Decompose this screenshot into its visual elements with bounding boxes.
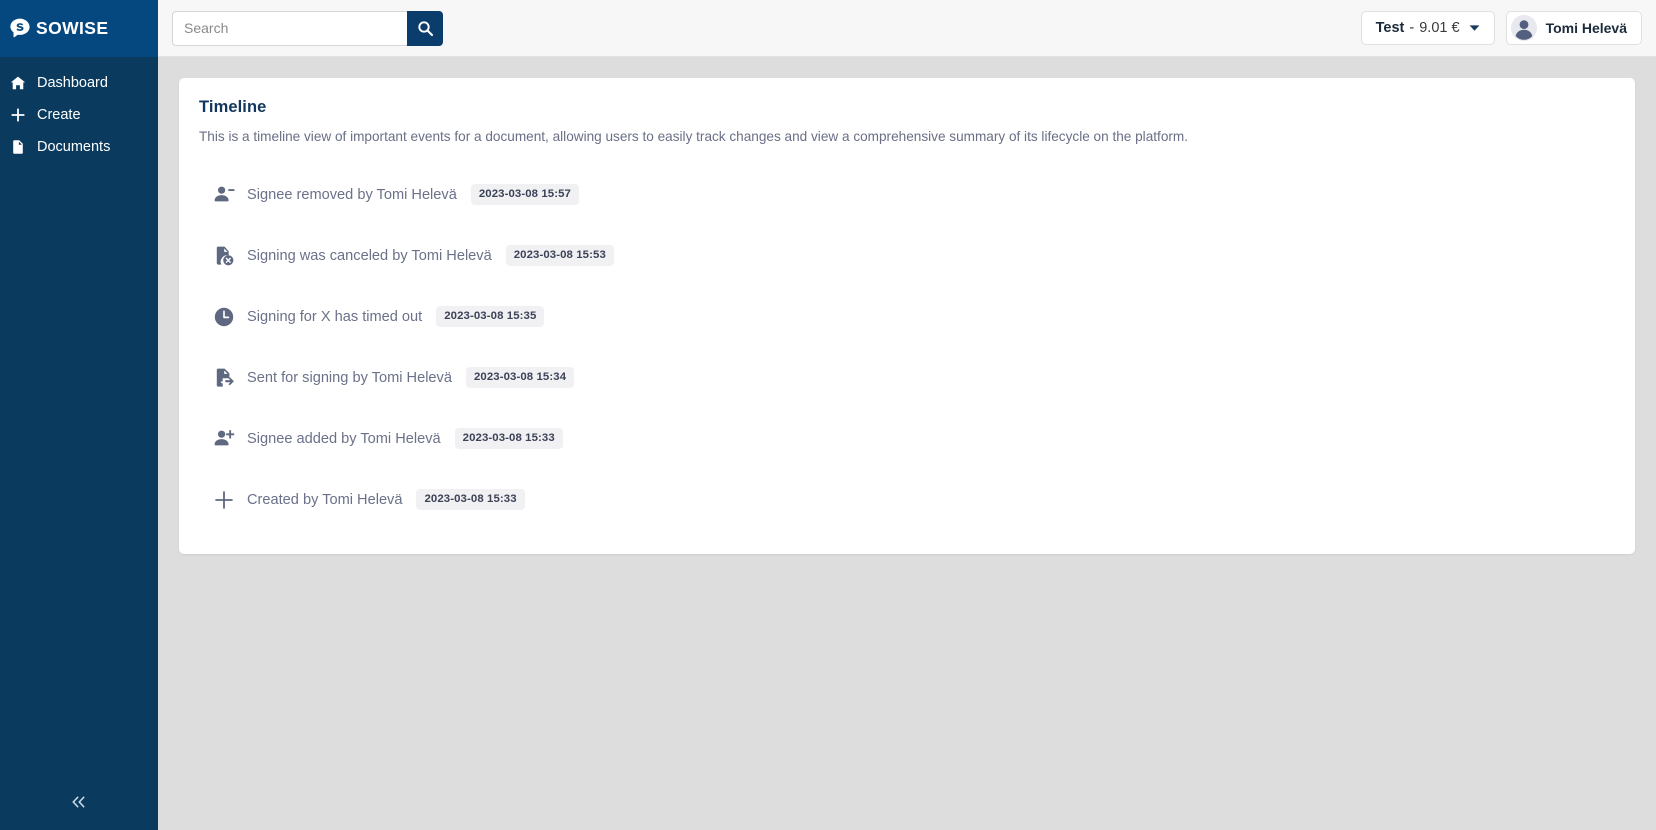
timeline-list: Signee removed by Tomi Helevä 2023-03-08… [199,164,1615,530]
timeline-event-time: 2023-03-08 15:33 [416,489,525,511]
org-name: Test [1375,20,1405,36]
timeline-event-time: 2023-03-08 15:34 [465,367,575,389]
speech-bubble-s-icon [8,17,32,41]
search-input[interactable] [172,10,408,46]
user-name: Tomi Helevä [1545,20,1627,36]
timeline-event-label: Signee added by Tomi Helevä [247,430,441,447]
plus-icon [10,107,26,123]
timeline-event-label: Sent for signing by Tomi Helevä [247,369,452,386]
timeline-event-label: Signing was canceled by Tomi Helevä [247,247,492,264]
sidebar-collapse-button[interactable] [0,774,158,830]
sidebar-item-label: Documents [37,138,111,155]
org-separator: - [1409,20,1415,36]
timeline-row[interactable]: Signing was canceled by Tomi Helevä 2023… [199,225,1615,286]
timeline-event-label: Signing for X has timed out [247,308,423,325]
person-minus-icon [213,184,247,206]
search-group [172,10,443,46]
sidebar-item-label: Dashboard [37,74,108,91]
avatar [1510,15,1537,41]
sidebar-nav: Dashboard Create Documents [0,57,158,163]
topbar-right: Test - 9.01 € Tomi Helevä [1360,11,1642,45]
chevron-down-icon [1469,20,1480,36]
timeline-event-time: 2023-03-08 15:35 [436,306,545,328]
timeline-row[interactable]: Signee removed by Tomi Helevä 2023-03-08… [199,164,1615,225]
sidebar-header: SOWISE [0,0,158,57]
topbar: Test - 9.01 € [158,0,1656,57]
brand-logo[interactable]: SOWISE [8,17,108,41]
brand-logo-text: SOWISE [36,18,109,38]
timeline-event-label: Signee removed by Tomi Helevä [247,186,457,203]
user-menu-button[interactable]: Tomi Helevä [1505,11,1642,45]
org-balance: 9.01 € [1419,20,1460,36]
clock-icon [213,306,247,328]
timeline-card: Timeline This is a timeline view of impo… [179,78,1635,555]
timeline-event-time: 2023-03-08 15:33 [454,428,563,450]
person-plus-icon [213,428,247,450]
timeline-event-time: 2023-03-08 15:57 [470,184,579,206]
page-description: This is a timeline view of important eve… [199,129,1189,144]
content-area: Timeline This is a timeline view of impo… [158,57,1656,830]
home-icon [10,75,26,91]
search-icon [417,20,434,37]
document-icon [10,139,26,155]
timeline-event-time: 2023-03-08 15:53 [505,245,614,267]
document-send-icon [213,367,247,389]
page-title: Timeline [199,98,267,116]
timeline-row[interactable]: Created by Tomi Helevä 2023-03-08 15:33 [199,469,1615,530]
timeline-event-label: Created by Tomi Helevä [247,491,403,508]
sidebar-item-dashboard[interactable]: Dashboard [0,67,158,99]
timeline-row[interactable]: Sent for signing by Tomi Helevä 2023-03-… [199,347,1615,408]
main-column: Test - 9.01 € [158,0,1656,830]
app-root: SOWISE Dashboard Create Documents Search… [0,0,1656,830]
sidebar: SOWISE Dashboard Create Documents [0,0,158,830]
document-cancel-icon [213,245,247,267]
plus-icon [213,489,247,511]
org-switcher-button[interactable]: Test - 9.01 € [1360,11,1495,45]
timeline-row[interactable]: Signing for X has timed out 2023-03-08 1… [199,286,1615,347]
sidebar-item-create[interactable]: Create [0,99,158,131]
sidebar-item-documents[interactable]: Documents [0,131,158,163]
timeline-row[interactable]: Signee added by Tomi Helevä 2023-03-08 1… [199,408,1615,469]
search-button[interactable] [407,10,443,46]
sidebar-item-label: Create [37,106,81,123]
chevron-double-left-icon [70,795,88,809]
